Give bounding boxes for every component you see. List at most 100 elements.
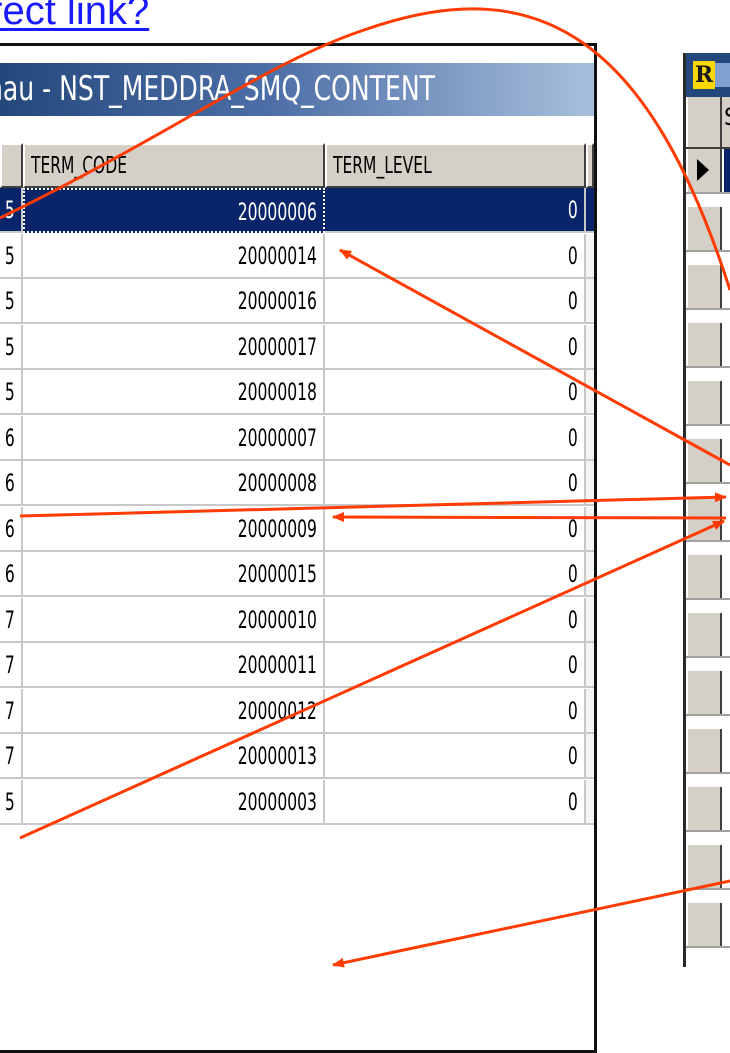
row-selector[interactable]	[686, 613, 722, 656]
row-selector[interactable]	[686, 265, 722, 308]
row-key-cell[interactable]: 6	[0, 415, 23, 461]
row-selector[interactable]	[686, 555, 722, 598]
row-selector[interactable]	[686, 845, 722, 888]
second-window-title-bar[interactable]: R	[686, 53, 730, 97]
term-level-cell[interactable]: 0	[325, 324, 586, 370]
row-selector[interactable]	[686, 207, 722, 250]
term-code-cell[interactable]: 20000018	[23, 370, 325, 415]
row-selector[interactable]	[686, 787, 722, 830]
column-header-term-level[interactable]: TERM_LEVEL	[325, 143, 586, 188]
term-level-cell[interactable]: 0	[325, 415, 586, 461]
row-key-cell[interactable]: 7	[0, 688, 23, 734]
row-key-cell[interactable]: 6	[0, 506, 23, 552]
term-level-cell[interactable]: 0	[325, 779, 586, 825]
table-row[interactable]: 5 20000006 0	[0, 188, 594, 233]
term-level-cell[interactable]: 0	[325, 506, 586, 552]
second-table-row[interactable]	[686, 497, 730, 542]
row-key-cell[interactable]: 5	[0, 279, 23, 324]
window-title-bar[interactable]: hau - NST_MEDDRA_SMQ_CONTENT	[0, 63, 594, 116]
second-table-row[interactable]	[686, 845, 730, 890]
second-table-row[interactable]	[686, 903, 730, 948]
row-key-cell[interactable]: 7	[0, 643, 23, 688]
term-code-cell[interactable]: 20000008	[23, 461, 325, 506]
term-code-cell[interactable]: 20000013	[23, 734, 325, 779]
row-end-cell	[586, 370, 594, 415]
second-table-row[interactable]	[686, 381, 730, 426]
term-level-cell[interactable]: 0	[325, 597, 586, 643]
selected-cell[interactable]	[724, 149, 730, 192]
row-key-cell[interactable]: 5	[0, 233, 23, 279]
row-key-cell[interactable]: 7	[0, 734, 23, 779]
term-code-cell[interactable]: 20000010	[23, 597, 325, 643]
row-end-cell	[586, 506, 594, 552]
second-column-header[interactable]: S	[724, 103, 730, 131]
row-end-cell	[586, 734, 594, 779]
row-selector[interactable]	[686, 497, 722, 540]
table-row[interactable]: 7 20000012 0	[0, 688, 594, 734]
table-row[interactable]: 6 20000015 0	[0, 552, 594, 597]
window-title: hau - NST_MEDDRA_SMQ_CONTENT	[0, 69, 435, 109]
term-code-cell[interactable]: 20000015	[23, 552, 325, 597]
table-row[interactable]: 6 20000007 0	[0, 415, 594, 461]
row-key-cell[interactable]: 6	[0, 552, 23, 597]
row-selector[interactable]	[686, 729, 722, 772]
table-row[interactable]: 7 20000013 0	[0, 734, 594, 779]
second-table-row[interactable]	[686, 149, 730, 194]
row-key-cell[interactable]: 5	[0, 779, 23, 825]
table-row[interactable]: 5 20000017 0	[0, 324, 594, 370]
term-level-cell[interactable]: 0	[325, 643, 586, 688]
row-selector[interactable]	[686, 903, 722, 946]
table-row[interactable]: 5 20000014 0	[0, 233, 594, 279]
second-table-row[interactable]	[686, 671, 730, 716]
row-selector[interactable]	[686, 439, 722, 482]
row-selector[interactable]	[686, 323, 722, 366]
second-table-row[interactable]	[686, 265, 730, 310]
row-end-cell	[586, 461, 594, 506]
second-table-row[interactable]	[686, 729, 730, 774]
second-table-row[interactable]	[686, 613, 730, 658]
term-code-cell[interactable]: 20000016	[23, 279, 325, 324]
table-row[interactable]: 7 20000011 0	[0, 643, 594, 688]
row-selector[interactable]	[686, 149, 722, 192]
term-code-cell[interactable]: 20000011	[23, 643, 325, 688]
second-table-row[interactable]	[686, 323, 730, 368]
table-row[interactable]: 5 20000016 0	[0, 279, 594, 324]
column-header-0[interactable]	[0, 143, 23, 188]
second-table-row[interactable]	[686, 555, 730, 600]
term-level-cell[interactable]: 0	[325, 552, 586, 597]
table-row[interactable]: 7 20000010 0	[0, 597, 594, 643]
row-end-cell	[586, 188, 594, 233]
second-table-row[interactable]	[686, 787, 730, 832]
term-level-cell[interactable]: 0	[325, 279, 586, 324]
row-selector[interactable]	[686, 671, 722, 714]
table-window: hau - NST_MEDDRA_SMQ_CONTENT TERM_CODE T…	[0, 43, 597, 1053]
term-level-cell[interactable]: 0	[325, 734, 586, 779]
second-grid-header: S	[686, 97, 730, 149]
row-selector[interactable]	[686, 381, 722, 424]
term-code-cell[interactable]: 20000007	[23, 415, 325, 461]
row-key-cell[interactable]: 5	[0, 370, 23, 415]
term-level-cell[interactable]: 0	[325, 370, 586, 415]
column-header-term-code[interactable]: TERM_CODE	[23, 143, 325, 188]
second-table-row[interactable]	[686, 207, 730, 252]
term-level-cell[interactable]: 0	[325, 188, 586, 233]
row-key-cell[interactable]: 5	[0, 324, 23, 370]
term-level-cell[interactable]: 0	[325, 233, 586, 279]
term-code-cell[interactable]: 20000003	[23, 779, 325, 825]
row-key-cell[interactable]: 7	[0, 597, 23, 643]
term-code-cell[interactable]: 20000006	[23, 188, 325, 233]
table-row[interactable]: 6 20000008 0	[0, 461, 594, 506]
term-code-cell[interactable]: 20000012	[23, 688, 325, 734]
table-row[interactable]: 6 20000009 0	[0, 506, 594, 552]
row-key-cell[interactable]: 5	[0, 188, 23, 233]
term-code-cell[interactable]: 20000017	[23, 324, 325, 370]
term-level-cell[interactable]: 0	[325, 461, 586, 506]
term-level-cell[interactable]: 0	[325, 688, 586, 734]
table-row[interactable]: 5 20000018 0	[0, 370, 594, 415]
row-end-cell	[586, 688, 594, 734]
term-code-cell[interactable]: 20000014	[23, 233, 325, 279]
term-code-cell[interactable]: 20000009	[23, 506, 325, 552]
second-table-row[interactable]	[686, 439, 730, 484]
row-key-cell[interactable]: 6	[0, 461, 23, 506]
table-row[interactable]: 5 20000003 0	[0, 779, 594, 825]
